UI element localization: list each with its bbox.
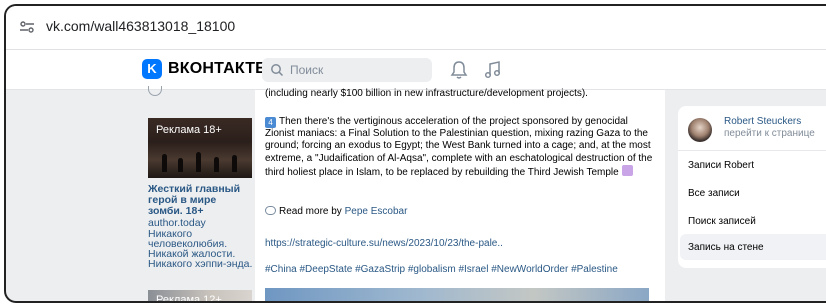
right-panel: Robert Steuckers перейти к странице Запи… <box>678 106 826 268</box>
address-bar[interactable]: vk.com/wall463813018_18100 <box>6 6 826 50</box>
vk-logo-icon[interactable]: K <box>142 59 162 79</box>
search-placeholder: Поиск <box>290 63 324 77</box>
browser-window: vk.com/wall463813018_18100 K ВКОНТАКТЕ П… <box>4 4 826 303</box>
site-settings-icon[interactable] <box>20 21 34 33</box>
menu-item-all-posts[interactable]: Все записи <box>688 188 740 199</box>
ad-age-label-second: Реклама 12+ <box>156 294 222 303</box>
notifications-bell-icon[interactable] <box>450 60 468 80</box>
menu-item-search-posts[interactable]: Поиск записей <box>688 216 756 227</box>
wall-post: (including nearly $100 billion in new in… <box>255 88 665 301</box>
menu-item-robert-posts[interactable]: Записи Robert <box>688 160 754 171</box>
post-image[interactable] <box>265 288 649 301</box>
search-icon <box>271 64 284 77</box>
ad-description[interactable]: Никакого человеколюбия. Никакой жалости.… <box>148 229 254 270</box>
read-more-prefix: Read more by <box>279 206 342 217</box>
post-paragraph-4: 4 Then there's the vertiginous accelerati… <box>265 116 655 179</box>
ad-image-second[interactable]: Реклама 12+ <box>148 290 252 303</box>
ad-image-zombie[interactable]: Реклама 18+ <box>148 118 252 178</box>
avatar[interactable] <box>688 118 712 142</box>
menu-item-wall-post[interactable]: Запись на стене <box>688 242 764 253</box>
partial-menu-icon <box>148 86 162 96</box>
vk-brand-name[interactable]: ВКОНТАКТЕ <box>168 60 266 78</box>
ads-column: Реклама 18+ Жесткий главный герой в мире… <box>146 86 252 301</box>
article-link[interactable]: https://strategic-culture.su/news/2023/1… <box>265 238 503 249</box>
speech-bubble-icon <box>265 206 276 215</box>
post-paragraph-4-text: Then there's the vertiginous acceleratio… <box>265 116 653 178</box>
vk-header: K ВКОНТАКТЕ Поиск <box>6 50 826 90</box>
ad-age-label: Реклама 18+ <box>156 124 222 136</box>
hashtags[interactable]: #China #DeepState #GazaStrip #globalism … <box>265 264 618 275</box>
divider <box>678 150 826 151</box>
url-text[interactable]: vk.com/wall463813018_18100 <box>46 18 235 34</box>
read-more-line: Read more by Pepe Escobar <box>265 206 407 217</box>
post-text-top: (including nearly $100 billion in new in… <box>265 88 588 99</box>
author-link[interactable]: Pepe Escobar <box>345 206 408 217</box>
profile-name[interactable]: Robert Steuckers <box>724 116 801 127</box>
number-4-emoji-icon: 4 <box>265 117 276 128</box>
music-note-icon[interactable] <box>484 60 502 80</box>
emoji-icon <box>621 164 633 176</box>
go-to-profile-link[interactable]: перейти к странице <box>724 128 815 139</box>
search-input[interactable]: Поиск <box>262 58 432 82</box>
ad-title[interactable]: Жесткий главный герой в мире зомби. 18+ <box>148 184 253 217</box>
